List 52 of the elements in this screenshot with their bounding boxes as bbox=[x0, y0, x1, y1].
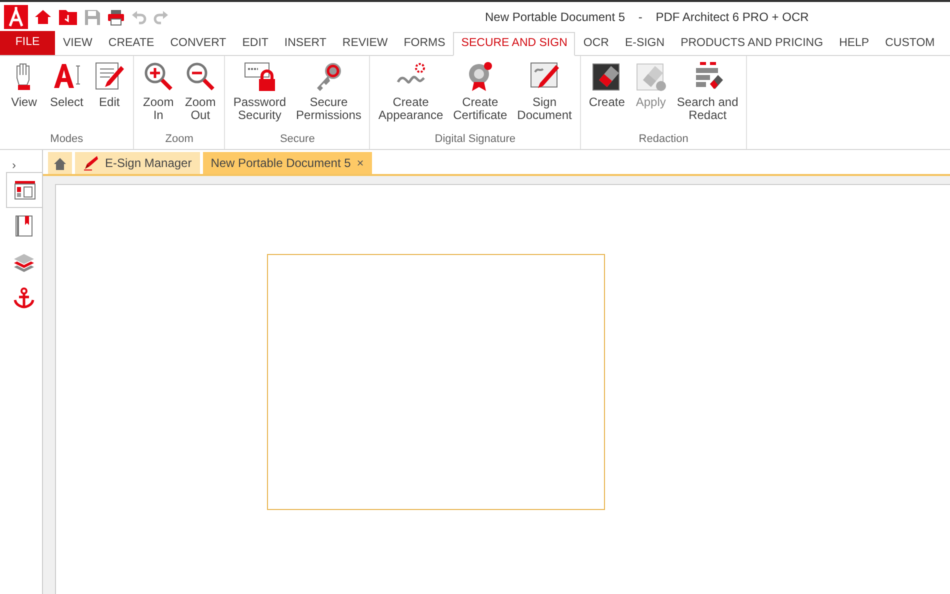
document-tab[interactable]: E-Sign Manager bbox=[75, 152, 200, 174]
menu-tab[interactable]: HELP bbox=[831, 32, 878, 56]
menu-tab[interactable]: SECURE AND SIGN bbox=[453, 32, 576, 56]
ribbon-button[interactable]: Select bbox=[45, 60, 88, 130]
file-tab[interactable]: FILE bbox=[0, 31, 55, 55]
menu-tab[interactable]: EDIT bbox=[234, 32, 276, 56]
print-icon[interactable] bbox=[107, 8, 125, 26]
ribbon-button[interactable]: Create bbox=[584, 60, 630, 130]
ribbon-button[interactable]: Search and Redact bbox=[672, 60, 744, 130]
menu-tab[interactable]: CONVERT bbox=[162, 32, 234, 56]
layers-icon bbox=[13, 251, 35, 273]
ribbon-button[interactable]: Edit bbox=[88, 60, 130, 130]
menu-tab[interactable]: REVIEW bbox=[334, 32, 396, 56]
window-title: New Portable Document 5 - PDF Architect 6 PRO + OCR bbox=[485, 9, 809, 26]
pen-icon bbox=[83, 155, 99, 171]
app-logo-icon[interactable] bbox=[4, 5, 28, 29]
close-icon[interactable]: × bbox=[356, 154, 364, 172]
ribbon-button[interactable]: Zoom In bbox=[137, 60, 180, 130]
side-panel-tab[interactable] bbox=[6, 172, 42, 208]
pencil-paper-icon bbox=[93, 60, 126, 92]
ribbon-group-label: Zoom bbox=[164, 132, 194, 146]
menu-tab[interactable]: INSERT bbox=[276, 32, 334, 56]
menu-tab[interactable]: E-SIGN bbox=[616, 32, 673, 56]
ribbon-button[interactable]: Password Security bbox=[228, 60, 292, 130]
zoom-in-icon bbox=[142, 60, 174, 92]
menu-tab[interactable]: VIEW bbox=[55, 32, 100, 56]
menu-tab[interactable]: FORMS bbox=[396, 32, 454, 56]
open-folder-icon[interactable] bbox=[58, 8, 78, 26]
ribbon-button[interactable]: View bbox=[3, 60, 45, 130]
ribbon-button[interactable]: Zoom Out bbox=[179, 60, 222, 130]
document-tab[interactable]: New Portable Document 5 × bbox=[202, 152, 372, 174]
ribbon-button[interactable]: Secure Permissions bbox=[291, 60, 366, 130]
ribbon-button[interactable]: Sign Document bbox=[512, 60, 577, 130]
home-icon[interactable] bbox=[34, 8, 52, 26]
zoom-out-icon bbox=[184, 60, 216, 92]
password-lock-icon bbox=[244, 60, 276, 92]
page-thumbnails-icon bbox=[14, 179, 36, 201]
ribbon-button[interactable]: Create Appearance bbox=[373, 60, 448, 130]
menu-tab[interactable]: CREATE bbox=[100, 32, 162, 56]
menu-tab[interactable]: CUSTOM bbox=[877, 32, 943, 56]
ribbon-button[interactable]: Create Certificate bbox=[448, 60, 512, 130]
ribbon-group-label: Redaction bbox=[638, 132, 690, 146]
anchor-icon bbox=[13, 287, 35, 309]
ribbon-group-label: Modes bbox=[49, 132, 84, 146]
menu-tab[interactable]: PRODUCTS AND PRICING bbox=[672, 32, 832, 56]
menu-tab[interactable]: OCR bbox=[575, 32, 617, 56]
expand-chevron-icon[interactable]: › bbox=[12, 156, 16, 172]
home-icon bbox=[53, 156, 67, 170]
home-tab[interactable] bbox=[48, 152, 72, 174]
ribbon-group-label: Digital Signature bbox=[434, 132, 516, 146]
bookmark-icon bbox=[13, 215, 35, 237]
ribbon-group-label: Secure bbox=[278, 132, 316, 146]
